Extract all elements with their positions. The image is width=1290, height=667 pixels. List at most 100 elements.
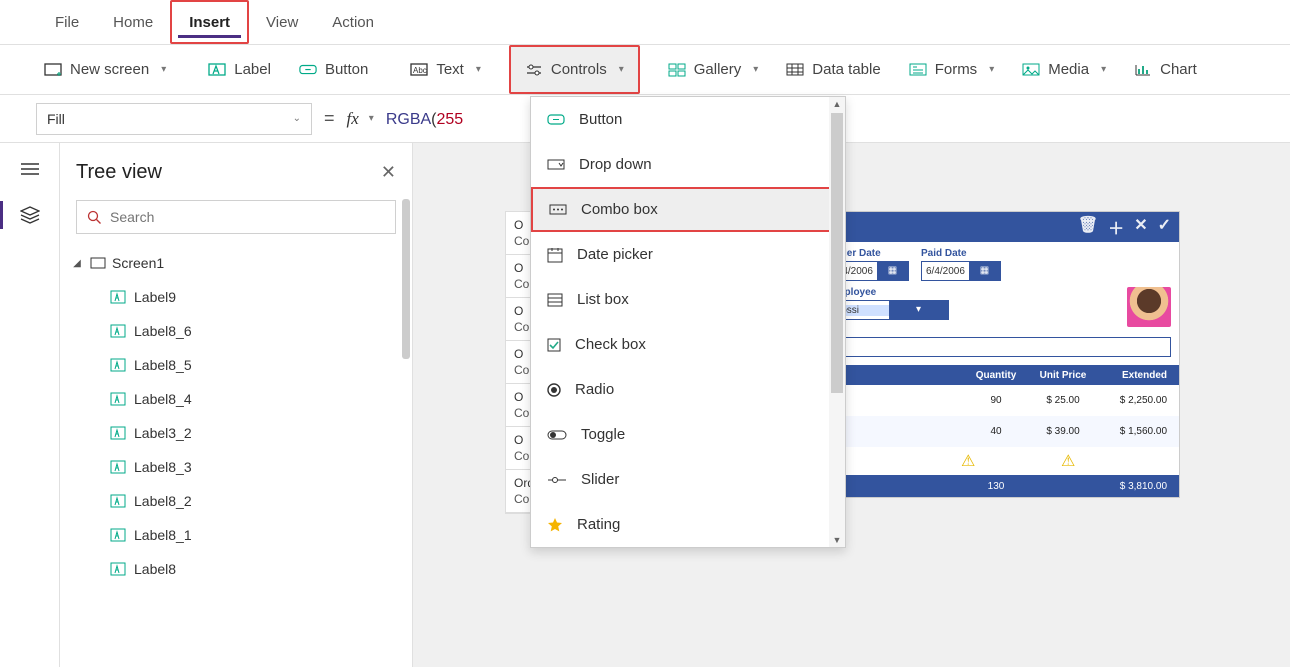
menu-item-datepicker[interactable]: Date picker bbox=[531, 232, 845, 277]
tree-node-label8-5[interactable]: Label8_5 bbox=[70, 348, 396, 382]
menu-item-label: Check box bbox=[575, 336, 646, 353]
controls-icon bbox=[525, 61, 543, 79]
tree-node-label: Label8_6 bbox=[134, 323, 192, 339]
tree-node-label8-1[interactable]: Label8_1 bbox=[70, 518, 396, 552]
gallery-button[interactable]: Gallery ▾ bbox=[654, 45, 773, 94]
order-id: O bbox=[514, 218, 523, 232]
chart-icon bbox=[1134, 61, 1152, 79]
menu-bar: File Home Insert View Action bbox=[0, 0, 1290, 45]
totals-qty: 130 bbox=[965, 481, 1027, 492]
gallery-icon bbox=[668, 61, 686, 79]
datatable-label: Data table bbox=[812, 61, 880, 78]
property-name: Fill bbox=[47, 111, 65, 127]
tab-file[interactable]: File bbox=[38, 0, 96, 44]
controls-label: Controls bbox=[551, 61, 607, 78]
menu-item-checkbox[interactable]: Check box bbox=[531, 322, 845, 367]
order-company: Co bbox=[514, 406, 529, 420]
label-label: Label bbox=[234, 61, 271, 78]
search-input[interactable] bbox=[76, 200, 396, 234]
forms-icon bbox=[909, 61, 927, 79]
menu-item-combobox[interactable]: Combo box bbox=[531, 187, 845, 232]
controls-button[interactable]: Controls ▾ bbox=[509, 45, 640, 94]
tree-view-icon[interactable] bbox=[18, 205, 42, 225]
menu-item-toggle[interactable]: Toggle bbox=[531, 412, 845, 457]
label-icon bbox=[208, 61, 226, 79]
media-label: Media bbox=[1048, 61, 1089, 78]
chevron-down-icon: ▾ bbox=[753, 64, 758, 75]
label-icon bbox=[110, 562, 126, 576]
confirm-icon[interactable]: ✓ bbox=[1158, 215, 1171, 239]
chart-button[interactable]: Chart bbox=[1120, 45, 1211, 94]
menu-item-radio[interactable]: Radio bbox=[531, 367, 845, 412]
menu-item-label: Rating bbox=[577, 516, 620, 533]
warning-icon: ⚠ bbox=[961, 451, 975, 471]
label-button[interactable]: Label bbox=[194, 45, 285, 94]
datatable-button[interactable]: Data table bbox=[772, 45, 894, 94]
screen-icon bbox=[90, 257, 106, 269]
forms-button[interactable]: Forms ▾ bbox=[895, 45, 1009, 94]
text-button[interactable]: Abc Text ▾ bbox=[396, 45, 495, 94]
tree-node-label: Screen1 bbox=[112, 255, 164, 271]
menu-item-rating[interactable]: Rating bbox=[531, 502, 845, 547]
avatar bbox=[1127, 287, 1171, 327]
button-icon bbox=[547, 113, 565, 127]
checkbox-icon bbox=[547, 338, 561, 352]
button-icon bbox=[299, 61, 317, 79]
button-button[interactable]: Button bbox=[285, 45, 382, 94]
equals-sign: = bbox=[324, 108, 335, 129]
scrollbar-thumb[interactable] bbox=[402, 199, 410, 359]
menu-item-dropdown[interactable]: Drop down bbox=[531, 142, 845, 187]
formula-input[interactable]: RGBA(255 bbox=[386, 109, 463, 129]
hamburger-icon[interactable] bbox=[18, 159, 42, 179]
tree-view-pane: Tree view ✕ ◢ Screen1 Label9 Label8_6 La… bbox=[60, 143, 413, 667]
order-company: Co bbox=[514, 277, 529, 291]
left-rail bbox=[0, 143, 60, 667]
formula-function: RGBA bbox=[386, 111, 431, 128]
tree-node-label3-2[interactable]: Label3_2 bbox=[70, 416, 396, 450]
tree-node-label8[interactable]: Label8 bbox=[70, 552, 396, 586]
order-id: O bbox=[514, 390, 523, 404]
add-icon[interactable]: ＋ bbox=[1108, 215, 1124, 239]
tab-home[interactable]: Home bbox=[96, 0, 170, 44]
search-icon bbox=[87, 210, 102, 225]
combobox-icon bbox=[549, 204, 567, 216]
employee-select[interactable]: Rossi▾ bbox=[829, 300, 949, 320]
label-icon bbox=[110, 460, 126, 474]
calendar-icon: ▦ bbox=[877, 262, 908, 280]
scrollbar-thumb[interactable] bbox=[831, 113, 843, 393]
tree-node-label8-4[interactable]: Label8_4 bbox=[70, 382, 396, 416]
tab-action[interactable]: Action bbox=[315, 0, 391, 44]
tree-node-label8-2[interactable]: Label8_2 bbox=[70, 484, 396, 518]
chevron-down-icon: ▾ bbox=[1101, 64, 1106, 75]
menu-item-slider[interactable]: Slider bbox=[531, 457, 845, 502]
menu-item-label: Combo box bbox=[581, 201, 658, 218]
tree-node-label: Label8 bbox=[134, 561, 176, 577]
order-company: Co bbox=[514, 363, 529, 377]
fx-button[interactable]: fx ▾ bbox=[347, 109, 374, 129]
menu-scrollbar[interactable]: ▲ ▼ bbox=[829, 97, 845, 547]
paid-date-input[interactable]: 6/4/2006▦ bbox=[921, 261, 1001, 281]
tab-insert[interactable]: Insert bbox=[170, 0, 249, 44]
tree-node-screen1[interactable]: ◢ Screen1 bbox=[70, 246, 396, 280]
search-field[interactable] bbox=[110, 209, 385, 225]
tree-node-label8-3[interactable]: Label8_3 bbox=[70, 450, 396, 484]
tree-node-label9[interactable]: Label9 bbox=[70, 280, 396, 314]
property-selector[interactable]: Fill ⌄ bbox=[36, 103, 312, 135]
media-button[interactable]: Media ▾ bbox=[1008, 45, 1120, 94]
cancel-icon[interactable]: ✕ bbox=[1134, 215, 1147, 239]
slider-icon bbox=[547, 476, 567, 484]
scroll-down-icon[interactable]: ▼ bbox=[829, 535, 845, 545]
tab-view[interactable]: View bbox=[249, 0, 315, 44]
scroll-up-icon[interactable]: ▲ bbox=[829, 99, 845, 109]
menu-item-button[interactable]: Button bbox=[531, 97, 845, 142]
formula-arg: 255 bbox=[437, 111, 464, 128]
delete-icon[interactable]: 🗑 bbox=[1078, 215, 1098, 239]
tree-node-label: Label9 bbox=[134, 289, 176, 305]
menu-item-listbox[interactable]: List box bbox=[531, 277, 845, 322]
order-id: O bbox=[514, 304, 523, 318]
close-icon[interactable]: ✕ bbox=[381, 162, 396, 183]
button-label: Button bbox=[325, 61, 368, 78]
new-screen-button[interactable]: New screen ▾ bbox=[30, 45, 180, 94]
calendar-icon bbox=[547, 247, 563, 263]
tree-node-label8-6[interactable]: Label8_6 bbox=[70, 314, 396, 348]
